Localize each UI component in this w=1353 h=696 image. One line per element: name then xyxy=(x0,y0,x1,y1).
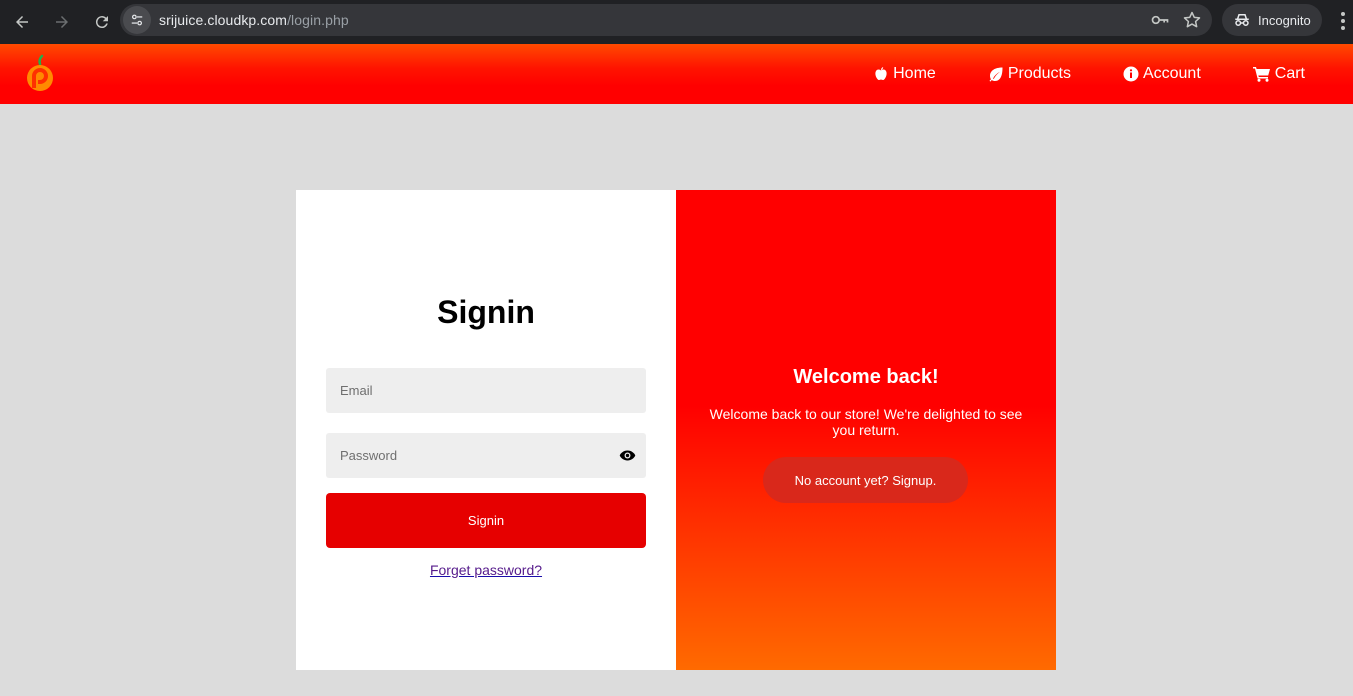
site-settings-button[interactable] xyxy=(123,6,151,34)
main-nav: Home Products Account Cart xyxy=(873,44,1353,104)
forgot-password-link[interactable]: Forget password? xyxy=(296,562,676,578)
nav-home-label: Home xyxy=(893,65,936,82)
forward-button[interactable] xyxy=(44,4,80,40)
more-vert-icon xyxy=(1341,12,1345,30)
nav-products[interactable]: Products xyxy=(988,65,1071,83)
browser-toolbar: srijuice.cloudkp.com/login.php Incognito xyxy=(0,0,1353,44)
nav-cart-label: Cart xyxy=(1274,65,1305,82)
eye-icon[interactable] xyxy=(619,447,636,464)
welcome-panel: Welcome back! Welcome back to our store!… xyxy=(676,190,1056,670)
url-host: srijuice.cloudkp.com xyxy=(159,12,288,28)
password-wrap xyxy=(326,433,646,478)
info-icon xyxy=(1123,66,1139,82)
signin-title: Signin xyxy=(437,294,535,330)
reload-icon xyxy=(95,16,108,29)
cart-icon xyxy=(1252,67,1270,82)
leaf-icon xyxy=(989,67,1003,82)
tune-icon xyxy=(131,14,143,26)
key-icon[interactable] xyxy=(1150,10,1170,30)
bookmark-star-icon[interactable] xyxy=(1182,10,1202,30)
site-header: Home Products Account Cart xyxy=(0,44,1353,104)
incognito-indicator[interactable]: Incognito xyxy=(1222,4,1322,36)
signin-panel: Signin Signin Forget password? xyxy=(296,190,676,670)
forgot-password-label: Forget password? xyxy=(429,562,543,578)
email-field[interactable] xyxy=(326,368,646,413)
reload-button[interactable] xyxy=(84,4,120,40)
signup-button[interactable]: No account yet? Signup. xyxy=(763,457,968,503)
nav-account[interactable]: Account xyxy=(1123,65,1201,83)
incognito-label: Incognito xyxy=(1258,12,1311,28)
nav-cart[interactable]: Cart xyxy=(1252,65,1305,83)
back-button[interactable] xyxy=(4,4,40,40)
apple-icon xyxy=(875,67,887,81)
url-path: /login.php xyxy=(287,12,349,28)
forward-arrow-icon xyxy=(56,16,68,28)
nav-products-label: Products xyxy=(1007,65,1071,82)
address-bar[interactable]: srijuice.cloudkp.com/login.php xyxy=(120,4,1212,36)
incognito-icon xyxy=(1235,14,1249,26)
signin-button[interactable]: Signin xyxy=(326,493,646,548)
back-arrow-icon xyxy=(16,16,28,28)
nav-home[interactable]: Home xyxy=(873,65,936,83)
password-field[interactable] xyxy=(326,433,646,478)
welcome-title: Welcome back! xyxy=(793,366,939,388)
logo-icon[interactable] xyxy=(24,54,58,94)
url-text: srijuice.cloudkp.com/login.php xyxy=(159,12,349,28)
login-card: Signin Signin Forget password? Welcome b… xyxy=(296,190,1056,670)
browser-menu-button[interactable] xyxy=(1336,10,1350,32)
nav-account-label: Account xyxy=(1142,65,1201,82)
welcome-text: Welcome back to our store! We're delight… xyxy=(709,406,1023,438)
